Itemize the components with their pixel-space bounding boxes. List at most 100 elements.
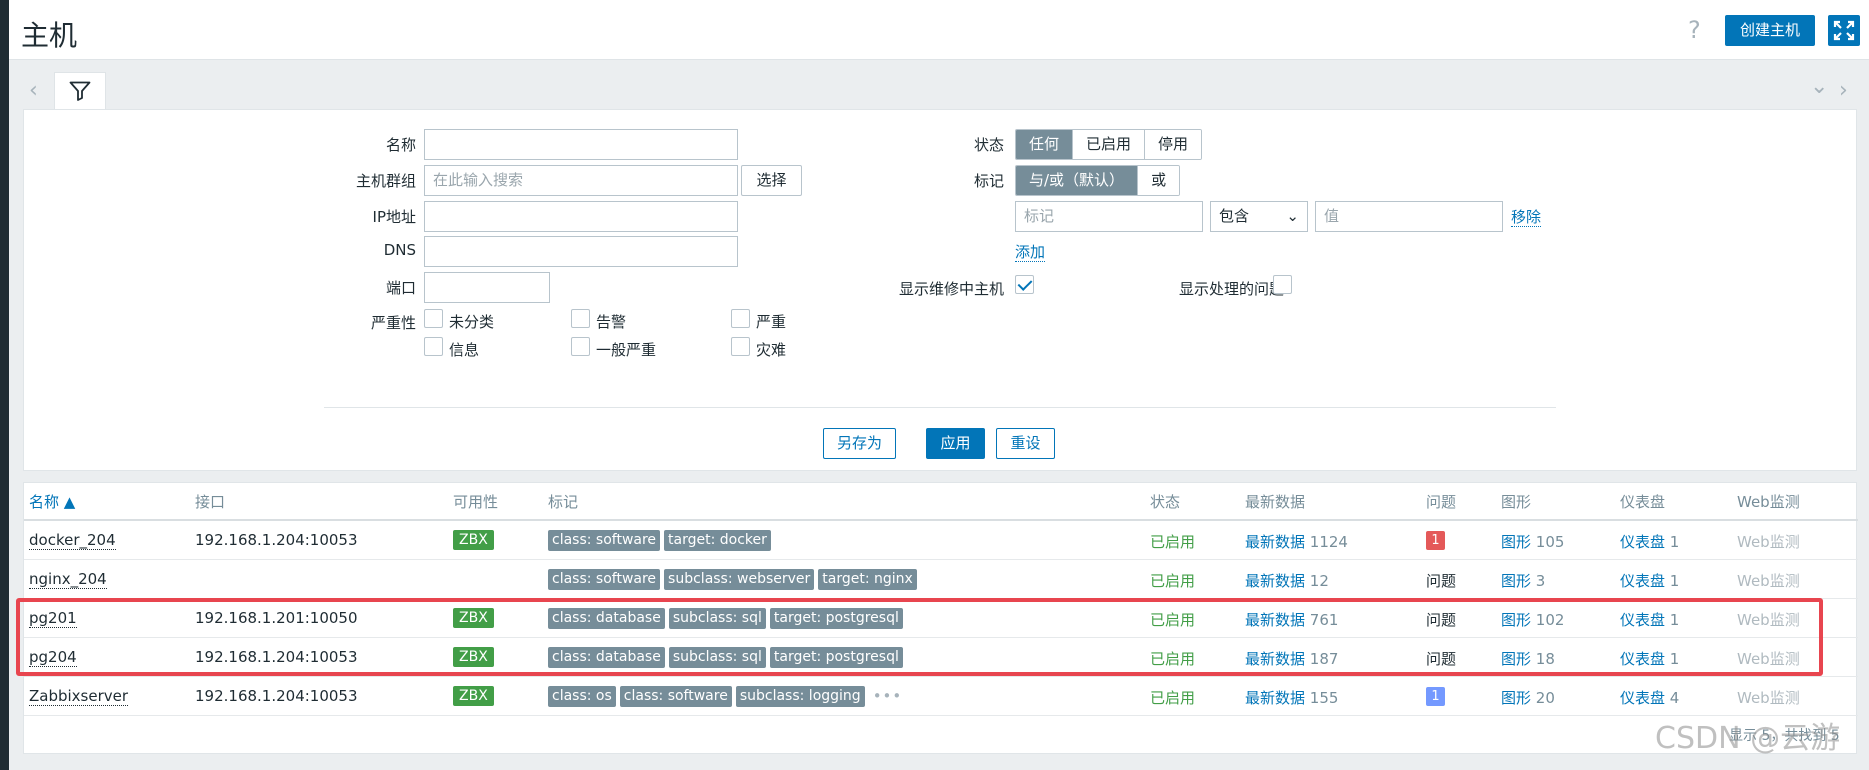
host-name-link[interactable]: Zabbixserver <box>29 687 129 706</box>
problems-count-badge[interactable]: 1 <box>1426 686 1445 706</box>
watermark: CSDN @云游 <box>1655 721 1841 756</box>
severity-label-unclassified: 未分类 <box>449 313 495 331</box>
filter-tab[interactable] <box>54 72 106 111</box>
chevron-down-icon[interactable]: ⌄ <box>1810 74 1828 99</box>
web-monitoring-link: Web监测 <box>1737 689 1800 707</box>
fullscreen-button[interactable] <box>1828 15 1860 46</box>
tag-badge[interactable]: class: os <box>548 686 616 707</box>
name-input[interactable] <box>424 129 738 160</box>
host-status-link[interactable]: 已启用 <box>1150 687 1195 708</box>
host-interface: 192.168.1.204:10053 <box>195 531 358 549</box>
column-header-interface: 接口 <box>195 493 226 511</box>
tag-badge[interactable]: subclass: logging <box>735 686 865 707</box>
filter-tab-strip: ‹ ⌄ › <box>21 72 1858 111</box>
severity-checkbox-info[interactable] <box>424 337 443 356</box>
status-option-any[interactable]: 任何 <box>1016 130 1074 159</box>
port-label: 端口 <box>385 279 416 297</box>
tag-badge[interactable]: target: docker <box>664 530 771 551</box>
status-option-disabled[interactable]: 停用 <box>1145 130 1202 159</box>
availability-badge[interactable]: ZBX <box>453 530 494 550</box>
availability-badge[interactable]: ZBX <box>453 686 494 706</box>
host-status-link[interactable]: 已启用 <box>1150 570 1195 591</box>
severity-checkbox-unclassified[interactable] <box>424 309 443 328</box>
create-host-button[interactable]: 创建主机 <box>1725 15 1815 46</box>
page-header: 主机 ? 创建主机 <box>9 0 1869 60</box>
severity-label-warning: 告警 <box>596 313 627 331</box>
help-icon[interactable]: ? <box>1688 16 1701 44</box>
table-row: docker_204 192.168.1.204:10053 ZBX class: s… <box>24 521 1858 560</box>
web-monitoring-link: Web监测 <box>1737 572 1800 590</box>
severity-checkbox-high[interactable] <box>731 309 750 328</box>
dashboards-link[interactable]: 仪表盘 1 <box>1620 531 1679 552</box>
host-status-link[interactable]: 已启用 <box>1150 531 1195 552</box>
column-header-status[interactable]: 状态 <box>1150 491 1180 512</box>
graphs-link[interactable]: 图形 3 <box>1501 570 1545 591</box>
severity-label: 严重性 <box>370 314 416 332</box>
show-suppressed-label: 显示处理的问题 <box>1178 280 1284 298</box>
dashboards-link[interactable]: 仪表盘 1 <box>1620 570 1679 591</box>
column-header-name[interactable]: 名称 ▲ <box>29 491 75 512</box>
tag-badge[interactable]: subclass: webserver <box>664 569 815 590</box>
column-header-latest-data: 最新数据 <box>1245 493 1306 511</box>
severity-checkbox-average[interactable] <box>571 337 590 356</box>
graphs-link[interactable]: 图形 105 <box>1501 531 1564 552</box>
tag-value-input[interactable]: 值 <box>1315 201 1503 232</box>
latest-data-link[interactable]: 最新数据 12 <box>1245 570 1329 591</box>
host-name-link[interactable]: nginx_204 <box>29 570 107 589</box>
table-row: nginx_204 class: software subclass: webser… <box>24 560 1858 599</box>
severity-label-high: 严重 <box>756 313 787 331</box>
page-title: 主机 <box>21 19 78 52</box>
tag-list: class: software subclass: webserver target… <box>548 569 917 590</box>
status-option-enabled[interactable]: 已启用 <box>1073 130 1146 159</box>
show-suppressed-checkbox[interactable] <box>1273 275 1292 294</box>
tag-eval-option-or[interactable]: 或 <box>1138 166 1180 195</box>
problems-link[interactable]: 问题 <box>1426 570 1456 591</box>
severity-label-disaster: 灾难 <box>756 341 787 359</box>
reset-button[interactable]: 重设 <box>996 428 1055 459</box>
graphs-link[interactable]: 图形 20 <box>1501 687 1555 708</box>
tag-name-input[interactable]: 标记 <box>1015 201 1203 232</box>
chevron-left-icon[interactable]: ‹ <box>29 78 38 103</box>
column-header-availability: 可用性 <box>453 493 499 511</box>
host-group-label: 主机群组 <box>355 172 416 190</box>
tag-badge[interactable]: target: nginx <box>818 569 917 590</box>
tag-operator-select[interactable]: 包含 ⌄ <box>1210 201 1308 232</box>
problems-count-badge[interactable]: 1 <box>1426 530 1445 550</box>
table-row: Zabbixserver 192.168.1.204:10053 ZBX class:… <box>24 677 1858 716</box>
column-header-tags: 标记 <box>548 493 579 511</box>
latest-data-link[interactable]: 最新数据 1124 <box>1245 531 1348 552</box>
column-header-problems: 问题 <box>1426 493 1457 511</box>
column-header-web: Web监测 <box>1737 493 1800 511</box>
tag-eval-option-and-or[interactable]: 与/或（默认） <box>1016 166 1139 195</box>
remove-tag-link[interactable]: 移除 <box>1511 206 1542 227</box>
select-button[interactable]: 选择 <box>741 165 802 196</box>
filter-panel: 名称 主机群组 在此输入搜索 选择 IP地址 DNS 端口 严重性 未分类 告警… <box>23 109 1857 471</box>
dashboards-link[interactable]: 仪表盘 4 <box>1620 687 1679 708</box>
host-name-link[interactable]: docker_204 <box>29 531 116 550</box>
show-maintenance-checkbox[interactable] <box>1015 275 1034 294</box>
name-label: 名称 <box>385 136 416 154</box>
apply-button[interactable]: 应用 <box>926 428 985 459</box>
highlight-annotation-box <box>16 598 1823 676</box>
severity-checkbox-warning[interactable] <box>571 309 590 328</box>
chevron-down-icon: ⌄ <box>1286 207 1299 225</box>
severity-label-info: 信息 <box>449 341 480 359</box>
tag-badge[interactable]: class: software <box>619 686 732 707</box>
dns-input[interactable] <box>424 236 738 267</box>
status-label: 状态 <box>973 136 1004 154</box>
tag-badge[interactable]: class: software <box>548 530 661 551</box>
latest-data-link[interactable]: 最新数据 155 <box>1245 687 1338 708</box>
chevron-right-icon[interactable]: › <box>1839 78 1848 103</box>
port-input[interactable] <box>424 272 550 303</box>
tags-label: 标记 <box>973 172 1004 190</box>
ip-input[interactable] <box>424 201 738 232</box>
add-tag-link[interactable]: 添加 <box>1015 241 1046 262</box>
tag-list: class: os class: software subclass: loggin… <box>548 686 902 707</box>
tag-badge[interactable]: class: software <box>548 569 661 590</box>
filter-icon <box>69 81 91 101</box>
severity-checkbox-disaster[interactable] <box>731 337 750 356</box>
save-as-button[interactable]: 另存为 <box>823 428 896 459</box>
host-group-input[interactable]: 在此输入搜索 <box>424 165 738 196</box>
column-header-dashboards: 仪表盘 <box>1620 493 1666 511</box>
more-tags-icon[interactable]: ••• <box>869 686 903 707</box>
